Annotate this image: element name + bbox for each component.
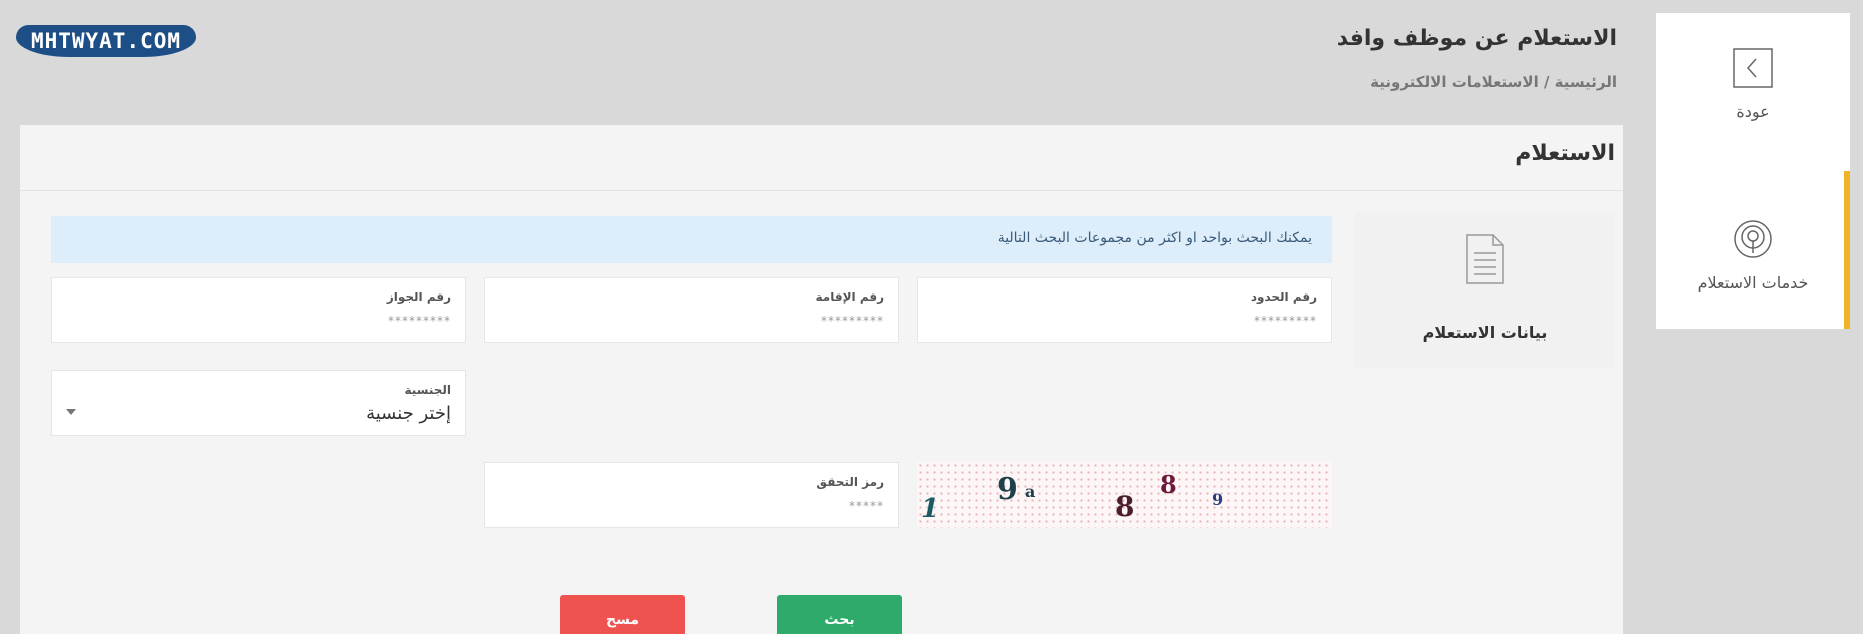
captcha-code-input[interactable] xyxy=(584,499,884,513)
info-text: يمكنك البحث بواحد او اكثر من مجموعات الب… xyxy=(997,230,1312,246)
search-button[interactable]: بحث xyxy=(777,595,902,634)
nationality-label: الجنسية xyxy=(404,383,451,397)
captcha-char: 9 xyxy=(1212,490,1224,509)
captcha-char: 8 xyxy=(1115,490,1135,523)
nav-services-label: خدمات الاستعلام xyxy=(1697,273,1809,292)
card-title: الاستعلام xyxy=(1515,141,1615,166)
inquiry-card: الاستعلام بيانات الاستعلام يمكنك البحث ب… xyxy=(20,125,1623,634)
passport-number-input[interactable] xyxy=(151,314,451,328)
iqama-number-label: رقم الإقامة xyxy=(815,290,884,304)
broadcast-icon xyxy=(1734,220,1772,258)
captcha-code-label: رمز التحقق xyxy=(816,475,884,489)
nationality-value: إختر جنسية xyxy=(366,403,451,424)
nav-item-inquiry-services[interactable]: خدمات الاستعلام xyxy=(1656,171,1850,329)
nav-back-label: عودة xyxy=(1736,102,1770,121)
passport-number-label: رقم الجواز xyxy=(386,290,451,304)
document-icon xyxy=(1466,234,1504,284)
watermark-logo: MHTWYAT.COM xyxy=(16,25,196,57)
info-alert: يمكنك البحث بواحد او اكثر من مجموعات الب… xyxy=(51,216,1332,263)
watermark-text: MHTWYAT.COM xyxy=(30,29,182,53)
captcha-char: 1 xyxy=(921,494,940,524)
nationality-select[interactable]: الجنسية إختر جنسية xyxy=(51,370,466,436)
border-number-input[interactable] xyxy=(1017,314,1317,328)
clear-button[interactable]: مسح xyxy=(560,595,685,634)
iqama-number-input[interactable] xyxy=(584,314,884,328)
inquiry-data-panel[interactable]: بيانات الاستعلام xyxy=(1355,213,1615,368)
border-number-label: رقم الحدود xyxy=(1250,290,1317,304)
chevron-down-icon xyxy=(66,409,76,415)
inquiry-data-label: بيانات الاستعلام xyxy=(1422,323,1548,342)
active-indicator xyxy=(1844,171,1850,329)
border-number-field: رقم الحدود xyxy=(917,277,1332,343)
card-header: الاستعلام xyxy=(20,125,1623,191)
chevron-left-icon xyxy=(1733,48,1773,88)
captcha-code-field: رمز التحقق xyxy=(484,462,899,528)
passport-number-field: رقم الجواز xyxy=(51,277,466,343)
breadcrumb[interactable]: الرئيسية / الاستعلامات الالكترونية xyxy=(1370,73,1617,91)
side-navigation: عودة خدمات الاستعلام xyxy=(1656,13,1850,329)
iqama-number-field: رقم الإقامة xyxy=(484,277,899,343)
captcha-char: 8 xyxy=(1160,470,1177,499)
nav-item-back[interactable]: عودة xyxy=(1656,48,1850,168)
captcha-image: 1 9 a 8 8 9 xyxy=(917,462,1332,528)
captcha-char: a xyxy=(1025,482,1036,501)
page-title: الاستعلام عن موظف وافد xyxy=(1336,26,1617,51)
captcha-char: 9 xyxy=(997,472,1018,507)
